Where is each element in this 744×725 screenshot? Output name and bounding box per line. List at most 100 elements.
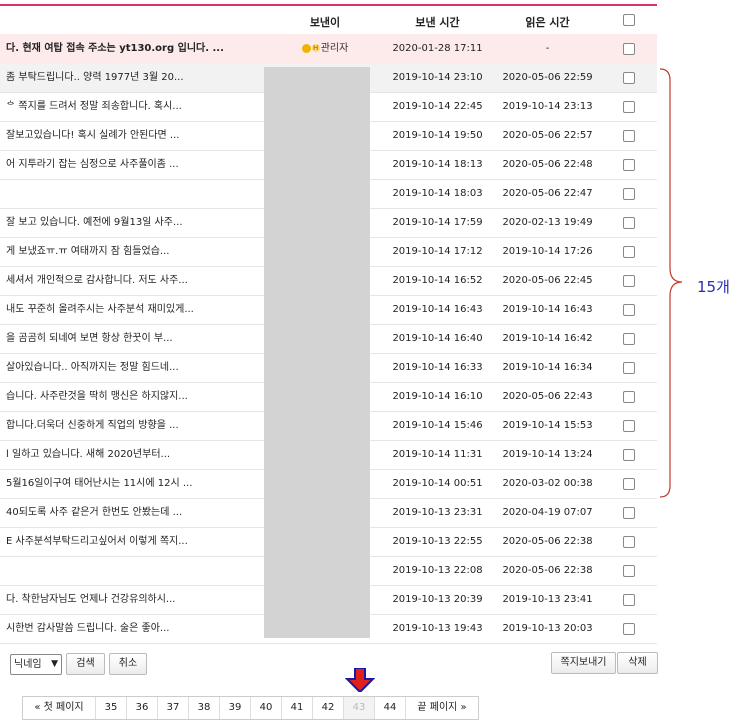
row-checkbox[interactable] xyxy=(623,507,635,519)
message-title[interactable]: 어 지투라기 잡는 심정으로 사주풀이좀 ... xyxy=(6,150,256,179)
select-all-checkbox[interactable] xyxy=(623,14,635,26)
sent-time: 2019-10-14 17:59 xyxy=(392,217,483,228)
message-title[interactable] xyxy=(6,556,256,585)
row-checkbox[interactable] xyxy=(623,478,635,490)
search-button[interactable]: 검색 xyxy=(66,653,105,675)
message-title[interactable]: 합니다.더욱더 신중하게 직업의 방향을 ... xyxy=(6,411,256,440)
message-title[interactable]: l 일하고 있습니다. 새해 2020년부터... xyxy=(6,440,256,469)
message-title[interactable]: 세셔서 개인적으로 감사합니다. 저도 사주... xyxy=(6,266,256,295)
notice-sender[interactable]: H 관리자 xyxy=(270,34,380,63)
message-title[interactable]: 40되도록 사주 같은거 한번도 안봤는데 ... xyxy=(6,498,256,527)
message-title[interactable]: 5월16일이구여 태어난시는 11시에 12시 ... xyxy=(6,469,256,498)
row-checkbox[interactable] xyxy=(623,623,635,635)
bracket-annotation xyxy=(659,68,683,498)
page-link[interactable]: 41 xyxy=(282,697,313,719)
sent-time: 2019-10-13 20:39 xyxy=(392,594,483,605)
message-inbox: 보낸이 보낸 시간 읽은 시간 다. 현재 여탑 접속 주소는 yt130.or… xyxy=(0,0,744,725)
sent-time: 2019-10-14 19:50 xyxy=(392,130,483,141)
page-link[interactable]: 44 xyxy=(375,697,406,719)
read-time: 2019-10-14 16:34 xyxy=(502,362,593,373)
page-link[interactable]: 42 xyxy=(313,697,344,719)
search-field-value: 닉네임 xyxy=(14,659,42,670)
message-title[interactable]: 살아있습니다.. 아직까지는 정말 힘드네... xyxy=(6,353,256,382)
sent-time: 2019-10-14 22:45 xyxy=(392,101,483,112)
row-count-label: 15개 xyxy=(697,278,730,296)
read-time: 2020-05-06 22:47 xyxy=(502,188,593,199)
row-checkbox[interactable] xyxy=(623,594,635,606)
message-title[interactable]: 잘 보고 있습니다. 예전에 9월13일 사주... xyxy=(6,208,256,237)
row-checkbox[interactable] xyxy=(623,362,635,374)
row-checkbox[interactable] xyxy=(623,159,635,171)
read-time: 2020-05-06 22:57 xyxy=(502,130,593,141)
cancel-button[interactable]: 취소 xyxy=(109,653,147,675)
sent-time: 2019-10-14 23:10 xyxy=(392,72,483,83)
row-checkbox[interactable] xyxy=(623,333,635,345)
read-time: 2019-10-14 23:13 xyxy=(502,101,593,112)
sent-time: 2019-10-14 16:33 xyxy=(392,362,483,373)
message-title[interactable]: E 사주분석부탁드리고싶어서 이렇게 쪽지... xyxy=(6,527,256,556)
page-link[interactable]: 35 xyxy=(96,697,127,719)
row-checkbox[interactable] xyxy=(623,101,635,113)
read-time: 2019-10-13 20:03 xyxy=(502,623,593,634)
send-message-button[interactable]: 쪽지보내기 xyxy=(551,652,616,674)
table-header: 보낸이 보낸 시간 읽은 시간 xyxy=(0,6,657,33)
row-checkbox[interactable] xyxy=(623,304,635,316)
current-page[interactable]: 43 xyxy=(344,697,375,719)
sent-time: 2019-10-14 16:10 xyxy=(392,391,483,402)
read-time: 2020-05-06 22:38 xyxy=(502,565,593,576)
sent-time: 2019-10-14 16:40 xyxy=(392,333,483,344)
row-checkbox[interactable] xyxy=(623,565,635,577)
row-checkbox[interactable] xyxy=(623,536,635,548)
row-checkbox[interactable] xyxy=(623,72,635,84)
message-title[interactable]: 다. 착한남자님도 언제나 건강유의하시... xyxy=(6,585,256,614)
read-time: 2020-03-02 00:38 xyxy=(502,478,593,489)
row-checkbox[interactable] xyxy=(623,217,635,229)
first-page-link[interactable]: « 첫 페이지 xyxy=(23,697,96,719)
row-checkbox[interactable] xyxy=(623,391,635,403)
page-link[interactable]: 37 xyxy=(158,697,189,719)
header-sender: 보낸이 xyxy=(309,16,341,29)
sent-time: 2019-10-14 15:46 xyxy=(392,420,483,431)
read-time: 2019-10-14 16:42 xyxy=(502,333,593,344)
row-checkbox[interactable] xyxy=(623,449,635,461)
redacted-sender-column xyxy=(264,67,370,638)
level-badge-icon: H xyxy=(311,44,320,52)
delete-button[interactable]: 삭제 xyxy=(617,652,658,674)
search-field-select[interactable]: 닉네임 ▼ xyxy=(10,654,62,675)
notice-title[interactable]: 다. 현재 여탑 접속 주소는 yt130.org 입니다. ... xyxy=(6,34,256,63)
page-link[interactable]: 39 xyxy=(220,697,251,719)
header-read-time: 읽은 시간 xyxy=(525,16,570,29)
read-time: 2020-05-06 22:59 xyxy=(502,72,593,83)
last-page-link[interactable]: 끝 페이지 » xyxy=(406,697,478,719)
sent-time: 2019-10-14 16:43 xyxy=(392,304,483,315)
message-title[interactable]: ᅌ 쪽지를 드려서 정말 죄송합니다. 혹시... xyxy=(6,92,256,121)
page-link[interactable]: 38 xyxy=(189,697,220,719)
message-title[interactable]: 게 보냈죠ㅠ.ㅠ 여태까지 잠 힘들었습... xyxy=(6,237,256,266)
page-link[interactable]: 40 xyxy=(251,697,282,719)
arrow-down-icon xyxy=(345,668,375,692)
sent-time: 2019-10-14 11:31 xyxy=(392,449,483,460)
row-checkbox[interactable] xyxy=(623,420,635,432)
chevron-down-icon: ▼ xyxy=(51,659,58,669)
message-title[interactable]: 습니다. 사주란것을 딱히 맹신은 하지않지... xyxy=(6,382,256,411)
read-time: 2020-05-06 22:45 xyxy=(502,275,593,286)
read-time: 2020-02-13 19:49 xyxy=(502,217,593,228)
row-checkbox[interactable] xyxy=(623,130,635,142)
message-title[interactable]: 내도 꾸준히 올려주시는 사주분석 재미있게... xyxy=(6,295,256,324)
row-checkbox[interactable] xyxy=(623,188,635,200)
row-checkbox[interactable] xyxy=(623,275,635,287)
message-title[interactable]: 시한번 감사말씀 드립니다. 술은 좋아... xyxy=(6,614,256,643)
message-title[interactable] xyxy=(6,179,256,208)
message-title[interactable]: 잘보고있습니다! 혹시 실례가 안된다면 ... xyxy=(6,121,256,150)
message-title[interactable]: 좀 부탁드립니다.. 양력 1977년 3월 20... xyxy=(6,63,256,92)
sent-time: 2019-10-14 18:03 xyxy=(392,188,483,199)
notice-row[interactable]: 다. 현재 여탑 접속 주소는 yt130.org 입니다. ... H 관리자 … xyxy=(0,34,657,64)
row-checkbox[interactable] xyxy=(623,246,635,258)
message-title[interactable]: 을 곰곰히 되네여 보면 항상 한꿋이 부... xyxy=(6,324,256,353)
sent-time: 2019-10-14 16:52 xyxy=(392,275,483,286)
medal-icon xyxy=(301,43,311,53)
sent-time: 2019-10-13 22:55 xyxy=(392,536,483,547)
read-time: 2019-10-14 17:26 xyxy=(502,246,593,257)
notice-checkbox[interactable] xyxy=(623,43,635,55)
page-link[interactable]: 36 xyxy=(127,697,158,719)
